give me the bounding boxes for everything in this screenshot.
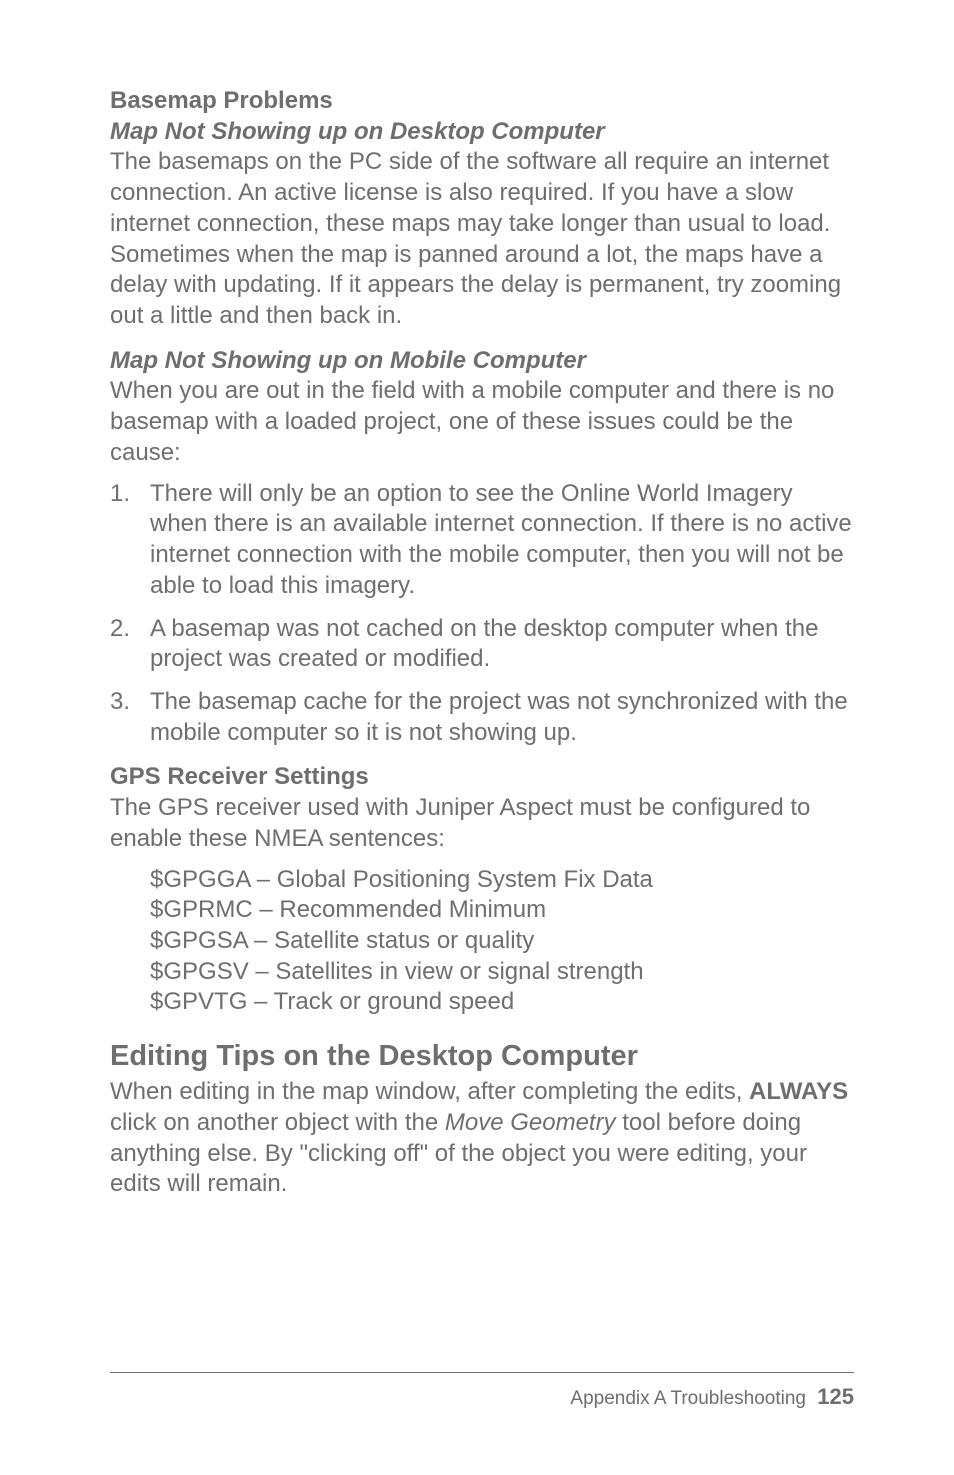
- ordered-list-issues: 1. There will only be an option to see t…: [110, 479, 854, 749]
- list-text: There will only be an option to see the …: [150, 479, 854, 602]
- subheading-mobile-map: Map Not Showing up on Mobile Computer: [110, 346, 854, 377]
- list-item: 2. A basemap was not cached on the deskt…: [110, 614, 854, 675]
- heading-basemap-problems: Basemap Problems: [110, 86, 854, 117]
- list-number: 2.: [110, 614, 150, 675]
- nmea-line: $GPGSV – Satellites in view or signal st…: [150, 957, 854, 988]
- heading-gps-settings: GPS Receiver Settings: [110, 762, 854, 793]
- paragraph-gps: The GPS receiver used with Juniper Aspec…: [110, 793, 854, 854]
- list-item: 1. There will only be an option to see t…: [110, 479, 854, 602]
- paragraph-editing: When editing in the map window, after co…: [110, 1077, 854, 1200]
- heading-editing-tips: Editing Tips on the Desktop Computer: [110, 1038, 854, 1075]
- subheading-desktop-map: Map Not Showing up on Desktop Computer: [110, 117, 854, 148]
- text-fragment: When editing in the map window, after co…: [110, 1078, 749, 1105]
- list-number: 1.: [110, 479, 150, 602]
- emphasis-tool-name: Move Geometry: [445, 1109, 616, 1136]
- text-fragment: click on another object with the: [110, 1109, 445, 1136]
- footer-label: Appendix A Troubleshooting: [570, 1388, 806, 1409]
- emphasis-always: ALWAYS: [749, 1078, 848, 1105]
- page-number: 125: [817, 1384, 854, 1409]
- nmea-line: $GPGGA – Global Positioning System Fix D…: [150, 865, 854, 896]
- nmea-line: $GPGSA – Satellite status or quality: [150, 926, 854, 957]
- list-item: 3. The basemap cache for the project was…: [110, 687, 854, 748]
- paragraph-desktop-map: The basemaps on the PC side of the softw…: [110, 147, 854, 331]
- nmea-line: $GPVTG – Track or ground speed: [150, 987, 854, 1018]
- nmea-line: $GPRMC – Recommended Minimum: [150, 895, 854, 926]
- document-page: Basemap Problems Map Not Showing up on D…: [0, 0, 954, 1475]
- list-text: The basemap cache for the project was no…: [150, 687, 854, 748]
- nmea-list: $GPGGA – Global Positioning System Fix D…: [150, 865, 854, 1019]
- list-number: 3.: [110, 687, 150, 748]
- list-text: A basemap was not cached on the desktop …: [150, 614, 854, 675]
- page-footer: Appendix A Troubleshooting 125: [110, 1372, 854, 1411]
- paragraph-mobile-map: When you are out in the field with a mob…: [110, 376, 854, 468]
